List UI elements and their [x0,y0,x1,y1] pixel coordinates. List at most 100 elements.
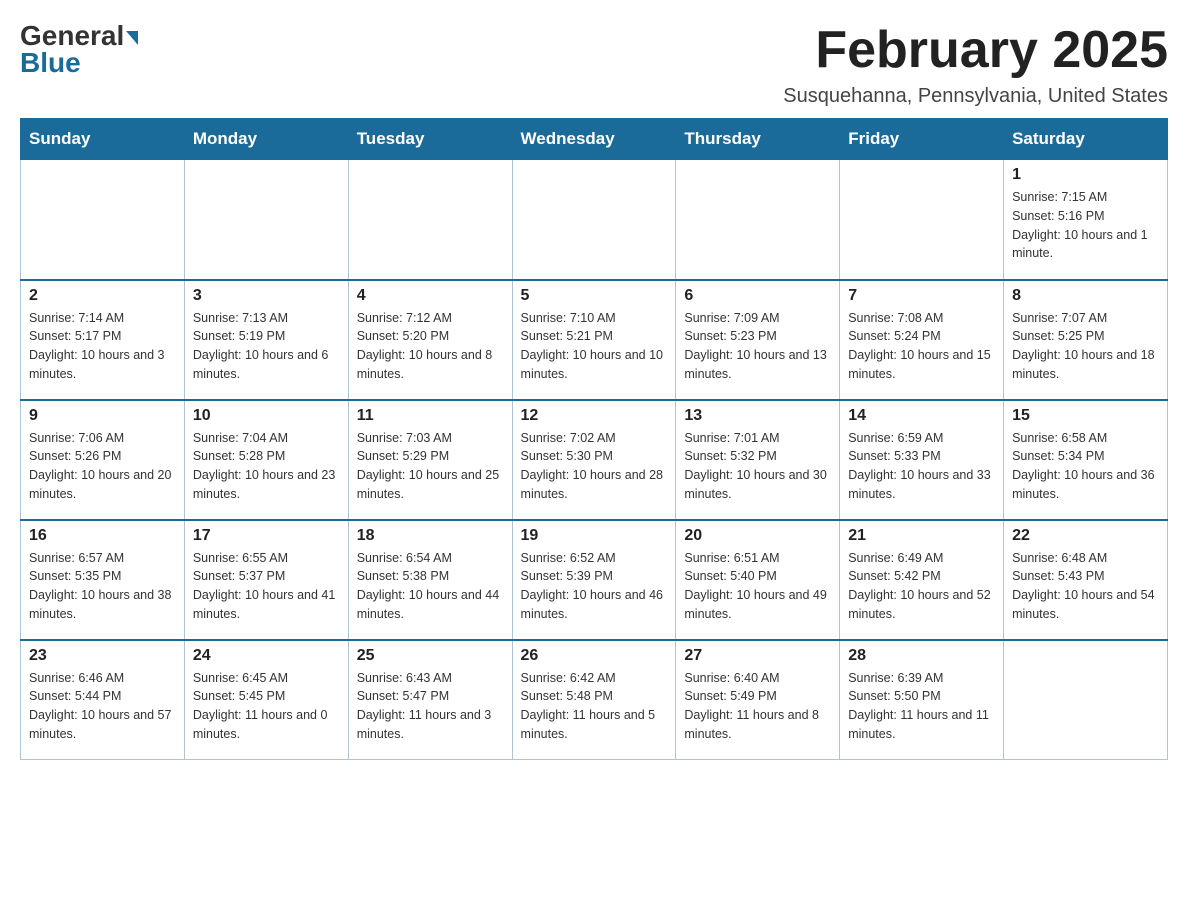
table-row: 3 Sunrise: 7:13 AM Sunset: 5:19 PM Daylig… [184,280,348,400]
calendar-week-3: 9Sunrise: 7:06 AM Sunset: 5:26 PM Daylig… [21,400,1168,520]
day-number: 14 [848,407,995,425]
day-number: 3 [193,287,340,305]
day-number: 25 [357,647,504,665]
table-row: 25 Sunrise: 6:43 AM Sunset: 5:47 PM Dayli… [348,640,512,760]
logo-blue: Blue [20,47,81,79]
day-number: 11 [357,407,504,425]
table-row: 17 Sunrise: 6:55 AM Sunset: 5:37 PM Dayli… [184,520,348,640]
table-row: 28 Sunrise: 6:39 AM Sunset: 5:50 PM Dayli… [840,640,1004,760]
table-row: 26 Sunrise: 6:42 AM Sunset: 5:48 PM Dayli… [512,640,676,760]
table-row: 10 Sunrise: 7:04 AM Sunset: 5:28 PM Dayli… [184,400,348,520]
day-number: 26 [521,647,668,665]
table-row: 12 Sunrise: 7:02 AM Sunset: 5:30 PM Dayli… [512,400,676,520]
calendar-table: Sunday Monday Tuesday Wednesday Thursday… [20,118,1168,760]
header-sunday: Sunday [21,119,185,160]
calendar-week-1: 1 Sunrise: 7:15 AM Sunset: 5:16 PM Daylig… [21,160,1168,280]
day-number: 4 [357,287,504,305]
day-number: 18 [357,527,504,545]
location-subtitle: Susquehanna, Pennsylvania, United States [783,85,1168,108]
table-row: 11 Sunrise: 7:03 AM Sunset: 5:29 PM Dayli… [348,400,512,520]
day-info: Sunrise: 7:08 AM Sunset: 5:24 PM Dayligh… [848,309,995,384]
logo-arrow-icon [126,31,138,45]
day-info: Sunrise: 6:39 AM Sunset: 5:50 PM Dayligh… [848,669,995,744]
table-row: 6 Sunrise: 7:09 AM Sunset: 5:23 PM Daylig… [676,280,840,400]
day-number: 12 [521,407,668,425]
day-info: Sunrise: 7:04 AM Sunset: 5:28 PM Dayligh… [193,429,340,504]
day-number: 28 [848,647,995,665]
day-number: 17 [193,527,340,545]
day-info: Sunrise: 6:52 AM Sunset: 5:39 PM Dayligh… [521,549,668,624]
day-info: Sunrise: 6:45 AM Sunset: 5:45 PM Dayligh… [193,669,340,744]
table-row: 22 Sunrise: 6:48 AM Sunset: 5:43 PM Dayli… [1004,520,1168,640]
day-info: Sunrise: 6:42 AM Sunset: 5:48 PM Dayligh… [521,669,668,744]
day-number: 20 [684,527,831,545]
table-row: 24 Sunrise: 6:45 AM Sunset: 5:45 PM Dayli… [184,640,348,760]
day-info: Sunrise: 6:40 AM Sunset: 5:49 PM Dayligh… [684,669,831,744]
header-monday: Monday [184,119,348,160]
header-wednesday: Wednesday [512,119,676,160]
day-info: Sunrise: 7:07 AM Sunset: 5:25 PM Dayligh… [1012,309,1159,384]
day-number: 8 [1012,287,1159,305]
day-info: Sunrise: 6:58 AM Sunset: 5:34 PM Dayligh… [1012,429,1159,504]
day-info: Sunrise: 7:09 AM Sunset: 5:23 PM Dayligh… [684,309,831,384]
day-info: Sunrise: 7:02 AM Sunset: 5:30 PM Dayligh… [521,429,668,504]
day-number: 15 [1012,407,1159,425]
calendar-week-5: 23 Sunrise: 6:46 AM Sunset: 5:44 PM Dayli… [21,640,1168,760]
day-number: 23 [29,647,176,665]
month-year-title: February 2025 [783,20,1168,80]
table-row: 20 Sunrise: 6:51 AM Sunset: 5:40 PM Dayli… [676,520,840,640]
day-number: 1 [1012,166,1159,184]
day-info: Sunrise: 7:10 AM Sunset: 5:21 PM Dayligh… [521,309,668,384]
day-info: Sunrise: 7:15 AM Sunset: 5:16 PM Dayligh… [1012,188,1159,263]
table-row: 19 Sunrise: 6:52 AM Sunset: 5:39 PM Dayli… [512,520,676,640]
table-row: 7 Sunrise: 7:08 AM Sunset: 5:24 PM Daylig… [840,280,1004,400]
day-number: 7 [848,287,995,305]
table-row: 15 Sunrise: 6:58 AM Sunset: 5:34 PM Dayli… [1004,400,1168,520]
table-row [348,160,512,280]
day-number: 19 [521,527,668,545]
day-info: Sunrise: 7:14 AM Sunset: 5:17 PM Dayligh… [29,309,176,384]
table-row: 13Sunrise: 7:01 AM Sunset: 5:32 PM Dayli… [676,400,840,520]
table-row: 14 Sunrise: 6:59 AM Sunset: 5:33 PM Dayli… [840,400,1004,520]
day-info: Sunrise: 6:57 AM Sunset: 5:35 PM Dayligh… [29,549,176,624]
day-info: Sunrise: 6:46 AM Sunset: 5:44 PM Dayligh… [29,669,176,744]
day-info: Sunrise: 6:51 AM Sunset: 5:40 PM Dayligh… [684,549,831,624]
table-row: 2 Sunrise: 7:14 AM Sunset: 5:17 PM Daylig… [21,280,185,400]
day-info: Sunrise: 6:48 AM Sunset: 5:43 PM Dayligh… [1012,549,1159,624]
table-row: 23 Sunrise: 6:46 AM Sunset: 5:44 PM Dayli… [21,640,185,760]
day-info: Sunrise: 7:13 AM Sunset: 5:19 PM Dayligh… [193,309,340,384]
day-info: Sunrise: 6:43 AM Sunset: 5:47 PM Dayligh… [357,669,504,744]
table-row: 4 Sunrise: 7:12 AM Sunset: 5:20 PM Daylig… [348,280,512,400]
table-row: 1 Sunrise: 7:15 AM Sunset: 5:16 PM Daylig… [1004,160,1168,280]
table-row [676,160,840,280]
table-row: 21Sunrise: 6:49 AM Sunset: 5:42 PM Dayli… [840,520,1004,640]
day-info: Sunrise: 7:03 AM Sunset: 5:29 PM Dayligh… [357,429,504,504]
header-thursday: Thursday [676,119,840,160]
calendar-week-4: 16Sunrise: 6:57 AM Sunset: 5:35 PM Dayli… [21,520,1168,640]
day-info: Sunrise: 6:54 AM Sunset: 5:38 PM Dayligh… [357,549,504,624]
day-number: 2 [29,287,176,305]
day-number: 27 [684,647,831,665]
day-info: Sunrise: 6:59 AM Sunset: 5:33 PM Dayligh… [848,429,995,504]
table-row: 8 Sunrise: 7:07 AM Sunset: 5:25 PM Daylig… [1004,280,1168,400]
table-row: 27 Sunrise: 6:40 AM Sunset: 5:49 PM Dayli… [676,640,840,760]
day-number: 6 [684,287,831,305]
day-info: Sunrise: 7:01 AM Sunset: 5:32 PM Dayligh… [684,429,831,504]
page-header: General Blue February 2025 Susquehanna, … [20,20,1168,108]
day-number: 9 [29,407,176,425]
day-info: Sunrise: 6:55 AM Sunset: 5:37 PM Dayligh… [193,549,340,624]
table-row: 16Sunrise: 6:57 AM Sunset: 5:35 PM Dayli… [21,520,185,640]
table-row [512,160,676,280]
table-row [1004,640,1168,760]
day-info: Sunrise: 7:12 AM Sunset: 5:20 PM Dayligh… [357,309,504,384]
day-number: 5 [521,287,668,305]
table-row: 5 Sunrise: 7:10 AM Sunset: 5:21 PM Daylig… [512,280,676,400]
table-row: 18 Sunrise: 6:54 AM Sunset: 5:38 PM Dayli… [348,520,512,640]
day-number: 10 [193,407,340,425]
day-number: 24 [193,647,340,665]
header-tuesday: Tuesday [348,119,512,160]
day-number: 22 [1012,527,1159,545]
table-row: 9Sunrise: 7:06 AM Sunset: 5:26 PM Daylig… [21,400,185,520]
title-section: February 2025 Susquehanna, Pennsylvania,… [783,20,1168,108]
table-row [840,160,1004,280]
